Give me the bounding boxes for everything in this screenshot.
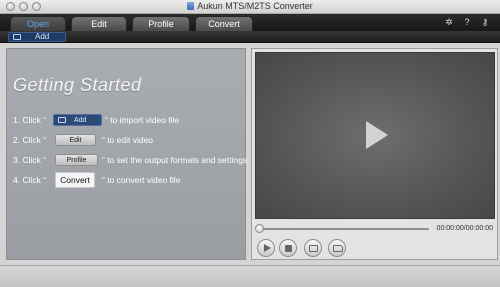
stop-button[interactable]: [279, 239, 297, 257]
play-icon: [264, 244, 271, 252]
app-icon: [187, 2, 195, 10]
folder-icon: [333, 245, 343, 252]
tab-open[interactable]: Open: [10, 16, 66, 31]
window-title: Aukun MTS/M2TS Converter: [0, 1, 500, 11]
add-file-icon: [58, 117, 66, 123]
step-profile-button[interactable]: Profile: [55, 154, 98, 166]
add-file-icon: [13, 34, 21, 40]
help-icon[interactable]: ?: [462, 17, 472, 27]
step-add-label: Add: [74, 117, 87, 124]
step-edit-button[interactable]: Edit: [55, 134, 96, 146]
tab-convert[interactable]: Convert: [195, 16, 253, 31]
seek-bar[interactable]: [259, 228, 429, 230]
tab-profile[interactable]: Profile: [132, 16, 190, 31]
play-overlay-icon[interactable]: [366, 121, 388, 149]
step-convert-button[interactable]: Convert: [55, 172, 95, 188]
step-tail: ” to import video file: [105, 115, 180, 125]
snapshot-button[interactable]: [304, 239, 322, 257]
step-lead: 4. Click “: [13, 175, 47, 185]
step-convert: 4. Click “ Convert ” to convert video fi…: [13, 172, 243, 188]
play-button[interactable]: [257, 239, 275, 257]
step-edit: 2. Click “ Edit ” to edit video: [13, 133, 243, 147]
step-profile: 3. Click “ Profile ” to set the output f…: [13, 153, 248, 167]
open-folder-button[interactable]: [328, 239, 346, 257]
main-toolbar: Open Edit Profile Convert ✲ ? ⚷: [0, 14, 500, 31]
timecode: 00:00:00/00:00:00: [436, 225, 493, 232]
tab-edit[interactable]: Edit: [71, 16, 127, 31]
step-tail: ” to edit video: [102, 135, 154, 145]
guide-title: Getting Started: [13, 75, 142, 95]
video-preview[interactable]: [255, 52, 495, 219]
sub-toolbar: Add: [0, 31, 500, 43]
getting-started-panel: Getting Started 1. Click “ Add ” to impo…: [6, 48, 248, 260]
step-tail: ” to convert video file: [102, 175, 181, 185]
step-lead: 3. Click “: [13, 155, 47, 165]
snapshot-icon: [309, 245, 318, 252]
gear-icon[interactable]: ✲: [444, 17, 454, 27]
step-lead: 1. Click “: [13, 115, 47, 125]
seek-handle[interactable]: [255, 224, 264, 233]
toolbar-icons: ✲ ? ⚷: [444, 17, 490, 27]
step-add-button[interactable]: Add: [53, 114, 102, 126]
add-button-label: Add: [35, 32, 50, 41]
key-icon[interactable]: ⚷: [480, 17, 490, 27]
window-title-text: Aukun MTS/M2TS Converter: [197, 1, 313, 11]
step-import: 1. Click “ Add ” to import video file: [13, 113, 243, 127]
step-lead: 2. Click “: [13, 135, 47, 145]
status-bar: [0, 265, 500, 287]
add-button[interactable]: Add: [8, 32, 66, 42]
video-player: 00:00:00/00:00:00: [251, 48, 498, 260]
window-titlebar: Aukun MTS/M2TS Converter: [0, 0, 500, 14]
step-tail: ” to set the output formats and settings: [102, 155, 248, 165]
stop-icon: [285, 245, 292, 252]
